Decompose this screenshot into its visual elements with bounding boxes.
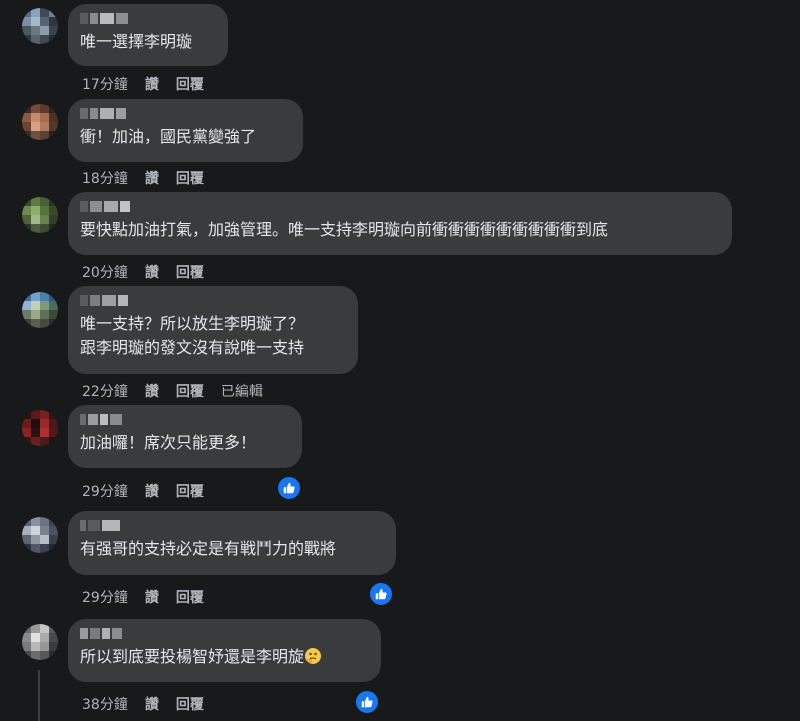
- comment-bubble: 有强哥的支持必定是有戦鬥力的戰將: [68, 511, 396, 575]
- comment-actions: 20分鐘 讚 回覆: [82, 262, 221, 282]
- reply-button[interactable]: 回覆: [176, 74, 204, 94]
- comment-time[interactable]: 38分鐘: [82, 694, 128, 714]
- like-button[interactable]: 讚: [145, 168, 159, 188]
- avatar[interactable]: [22, 624, 58, 660]
- comment-time[interactable]: 17分鐘: [82, 74, 128, 94]
- like-button[interactable]: 讚: [145, 481, 159, 501]
- comment-text: 要快點加油打氣，加強管理。唯一支持李明璇向前衝衝衝衝衝衝衝衝衝到底: [80, 220, 609, 239]
- like-button[interactable]: 讚: [145, 381, 159, 401]
- comment-text: 唯一選擇李明璇: [80, 32, 193, 51]
- author-name-blurred[interactable]: [80, 414, 290, 425]
- reply-button[interactable]: 回覆: [176, 694, 204, 714]
- like-button[interactable]: 讚: [145, 587, 159, 607]
- comment-text: 衝！加油，國民黨變強了: [80, 127, 257, 146]
- reply-button[interactable]: 回覆: [176, 168, 204, 188]
- author-name-blurred[interactable]: [80, 13, 216, 24]
- reply-button[interactable]: 回覆: [176, 587, 204, 607]
- comment-time[interactable]: 29分鐘: [82, 587, 128, 607]
- avatar[interactable]: [22, 517, 58, 553]
- comment-bubble: 加油囉！席次只能更多！: [68, 405, 302, 468]
- author-name-blurred[interactable]: [80, 295, 346, 306]
- comment-actions: 17分鐘 讚 回覆: [82, 74, 221, 94]
- author-name-blurred[interactable]: [80, 520, 384, 531]
- comment-text: 所以到底要投楊智妤還是李明旋: [80, 645, 369, 669]
- like-button[interactable]: 讚: [145, 262, 159, 282]
- thumbs-up-icon: [375, 588, 387, 600]
- comment-time[interactable]: 29分鐘: [82, 481, 128, 501]
- avatar[interactable]: [22, 8, 58, 44]
- like-reaction-badge[interactable]: [368, 581, 394, 607]
- comment-actions: 29分鐘 讚 回覆: [82, 587, 221, 607]
- comment-actions: 22分鐘 讚 回覆 已編輯: [82, 381, 280, 401]
- reply-button[interactable]: 回覆: [176, 381, 204, 401]
- avatar[interactable]: [22, 410, 58, 446]
- edited-label[interactable]: 已編輯: [221, 381, 263, 401]
- thinking-face-emoji: [305, 648, 322, 664]
- comment-text: 唯一支持？所以放生李明璇了？ 跟李明璇的發文沒有說唯一支持: [80, 314, 305, 357]
- comment-bubble: 要快點加油打氣，加強管理。唯一支持李明璇向前衝衝衝衝衝衝衝衝衝到底: [68, 192, 732, 255]
- author-name-blurred[interactable]: [80, 108, 291, 119]
- reply-button[interactable]: 回覆: [176, 481, 204, 501]
- comment-actions: 38分鐘 讚 回覆: [82, 694, 221, 714]
- author-name-blurred[interactable]: [80, 628, 369, 639]
- avatar[interactable]: [22, 292, 58, 328]
- comment-time[interactable]: 20分鐘: [82, 262, 128, 282]
- thumbs-up-icon: [283, 482, 295, 494]
- comment-bubble: 唯一選擇李明璇: [68, 4, 228, 66]
- comment-actions: 18分鐘 讚 回覆: [82, 168, 221, 188]
- comment-time[interactable]: 18分鐘: [82, 168, 128, 188]
- reply-button[interactable]: 回覆: [176, 262, 204, 282]
- comment-text: 有强哥的支持必定是有戦鬥力的戰將: [80, 539, 337, 558]
- thumbs-up-icon: [361, 696, 373, 708]
- comment-text: 加油囉！席次只能更多！: [80, 433, 257, 452]
- comment-bubble: 所以到底要投楊智妤還是李明旋: [68, 619, 381, 682]
- like-reaction-badge[interactable]: [354, 689, 380, 715]
- avatar[interactable]: [22, 104, 58, 140]
- author-name-blurred[interactable]: [80, 201, 720, 212]
- like-button[interactable]: 讚: [145, 694, 159, 714]
- comment-bubble: 衝！加油，國民黨變強了: [68, 99, 303, 162]
- avatar[interactable]: [22, 197, 58, 233]
- comment-actions: 29分鐘 讚 回覆: [82, 481, 221, 501]
- like-button[interactable]: 讚: [145, 74, 159, 94]
- comment-bubble: 唯一支持？所以放生李明璇了？ 跟李明璇的發文沒有說唯一支持: [68, 286, 358, 374]
- reply-thread-line: [38, 670, 40, 721]
- like-reaction-badge[interactable]: [276, 475, 302, 501]
- comment-time[interactable]: 22分鐘: [82, 381, 128, 401]
